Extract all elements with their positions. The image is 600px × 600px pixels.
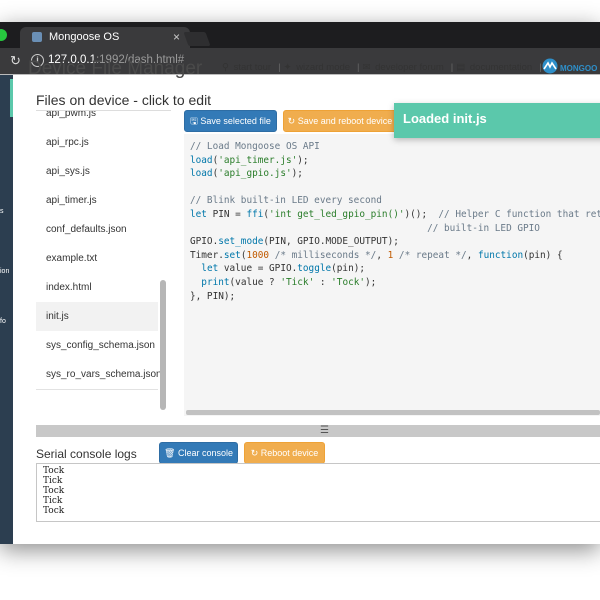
sidebar-item-label[interactable]: s — [0, 208, 4, 215]
editor-horizontal-scrollbar[interactable] — [186, 410, 600, 415]
browser-window: Mongoose OS × ↻ i 127.0.0.1:1992/dash.ht… — [0, 22, 600, 544]
sidebar-active-indicator — [10, 79, 13, 117]
file-name: sys_config_schema.json — [46, 340, 155, 351]
file-list: api_pwm.js api_rpc.js api_sys.js api_tim… — [36, 110, 171, 417]
console-line: Tock — [43, 466, 65, 476]
file-name: api_sys.js — [46, 166, 90, 177]
clear-label: Clear console — [177, 448, 233, 458]
files-panel-title: Files on device - click to edit — [36, 92, 212, 108]
lightbulb-icon: ⚲ — [222, 62, 229, 73]
file-name: conf_defaults.json — [46, 224, 127, 235]
nav-separator: | — [357, 62, 360, 73]
file-name: api_rpc.js — [46, 137, 89, 148]
save-reboot-button[interactable]: ↻ Save and reboot device — [283, 110, 397, 132]
nav-label: documentation — [469, 62, 533, 73]
file-item[interactable]: api_rpc.js — [36, 128, 158, 158]
file-list-scrollbar[interactable] — [160, 280, 166, 410]
save-reboot-label: Save and reboot device — [297, 116, 393, 126]
save-icon: 🖫 — [190, 116, 198, 126]
console-title: Serial console logs — [36, 447, 137, 461]
reload-icon[interactable]: ↻ — [10, 53, 21, 69]
nav-documentation[interactable]: ▤ documentation — [456, 62, 534, 73]
file-item[interactable]: api_sys.js — [36, 157, 158, 187]
file-name: api_pwm.js — [46, 110, 97, 119]
file-name: api_timer.js — [46, 195, 97, 206]
notification-toast: Loaded init.js — [394, 103, 600, 138]
sidebar-item-label[interactable]: fo — [0, 318, 6, 325]
reboot-device-button[interactable]: ↻ Reboot device — [244, 442, 325, 464]
chat-icon: ✉ — [362, 62, 371, 73]
trash-icon: 🗑 — [164, 448, 176, 458]
new-tab-button[interactable] — [183, 32, 211, 46]
favicon-icon — [32, 32, 42, 42]
console-line: Tick — [43, 496, 63, 506]
mongoose-logo-icon[interactable] — [541, 58, 559, 74]
file-item[interactable]: api_pwm.js — [36, 110, 158, 129]
book-icon: ▤ — [456, 62, 466, 73]
nav-developer-forum[interactable]: ✉ developer forum — [363, 62, 446, 73]
toast-message: Loaded init.js — [403, 111, 487, 126]
save-file-button[interactable]: 🖫 Save selected file — [184, 110, 277, 132]
console-line: Tick — [43, 476, 63, 486]
clear-console-button[interactable]: 🗑 Clear console — [159, 442, 238, 464]
file-item[interactable]: conf_defaults.json — [36, 215, 158, 245]
file-item-selected[interactable]: init.js — [36, 302, 158, 332]
file-name: init.js — [46, 311, 69, 322]
code-content[interactable]: // Load Mongoose OS API load('api_timer.… — [190, 140, 600, 303]
code-editor[interactable]: // Load Mongoose OS API load('api_timer.… — [184, 134, 600, 416]
console-line: Tock — [43, 506, 65, 516]
nav-separator: | — [450, 62, 454, 73]
file-item[interactable]: api_timer.js — [36, 186, 158, 216]
window-maximize-button[interactable] — [0, 29, 7, 41]
magic-wand-icon: ✦ — [283, 62, 292, 73]
reboot-label: Reboot device — [260, 448, 319, 458]
refresh-icon: ↻ — [250, 448, 259, 458]
sidebar: s ion fo — [0, 75, 13, 544]
nav-separator: | — [278, 62, 281, 73]
file-name: example.txt — [46, 253, 98, 264]
file-name: sys_ro_vars_schema.json — [46, 369, 162, 380]
logo-text: MONGOO — [560, 64, 598, 73]
console-line: Tock — [43, 486, 65, 496]
panel-splitter[interactable] — [36, 425, 600, 437]
nav-wizard-mode[interactable]: ✦ wizard mode — [284, 62, 352, 73]
nav-label: wizard mode — [296, 62, 351, 73]
top-nav: ⚲ start tour | ✦ wizard mode | ✉ developer f… — [222, 62, 545, 73]
tab-close-icon[interactable]: × — [173, 30, 180, 44]
console-output[interactable]: Tock Tick Tock Tick Tock — [36, 463, 600, 522]
page-title: Device File Manager — [28, 58, 203, 79]
drag-handle-icon[interactable]: ☰ — [320, 425, 329, 437]
nav-label: start tour — [233, 62, 272, 73]
refresh-icon: ↻ — [287, 116, 296, 126]
file-item[interactable]: example.txt — [36, 244, 158, 274]
file-name: index.html — [46, 282, 92, 293]
file-item[interactable]: index.html — [36, 273, 158, 303]
sidebar-item-label[interactable]: ion — [0, 268, 9, 275]
file-item[interactable]: sys_ro_vars_schema.json — [36, 360, 162, 390]
tab-title: Mongoose OS — [49, 31, 120, 43]
nav-start-tour[interactable]: ⚲ start tour — [222, 62, 273, 73]
browser-tab[interactable]: Mongoose OS × — [20, 27, 190, 48]
tab-bar: Mongoose OS × — [0, 22, 600, 48]
nav-label: developer forum — [375, 62, 444, 73]
file-item[interactable]: sys_config_schema.json — [36, 331, 158, 361]
save-label: Save selected file — [200, 116, 271, 126]
